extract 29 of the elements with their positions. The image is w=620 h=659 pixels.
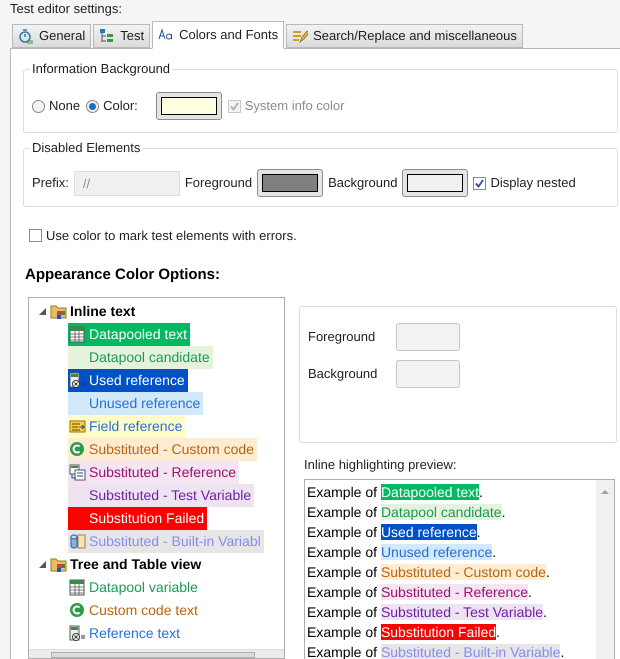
field-label: Foreground	[308, 328, 376, 346]
tree-item[interactable]: Datapool variable	[68, 576, 201, 598]
radio-label[interactable]: None	[49, 96, 80, 116]
tab[interactable]: Search/Replace and miscellaneous	[286, 24, 523, 48]
field-label: Background	[328, 174, 398, 192]
checkbox-label[interactable]: Use color to mark test elements with errors.	[46, 226, 297, 246]
tree-item[interactable]: Substituted - Custom code	[68, 438, 257, 460]
tree-item[interactable]: Unused reference	[68, 392, 204, 414]
checkbox-label[interactable]: Display nested	[490, 173, 576, 193]
tree-group-label[interactable]: Inline text	[70, 300, 136, 322]
tree-item[interactable]: Used reference	[68, 368, 188, 392]
tree-item[interactable]: Field reference	[68, 414, 186, 438]
field-label: Foreground	[184, 174, 252, 192]
section-heading: Appearance Color Options:	[24, 266, 222, 284]
tab[interactable]: Test	[93, 24, 150, 48]
tab[interactable]: Colors and Fonts	[152, 21, 284, 49]
tree-item[interactable]: Substitution Failed	[68, 506, 208, 530]
preview-label: Inline highlighting preview:	[303, 456, 458, 472]
group-title: Information Background	[30, 61, 172, 77]
tree-group-label[interactable]: Tree and Table view	[70, 554, 202, 574]
radio-label[interactable]: Color:	[103, 96, 138, 116]
settings-heading: Test editor settings:	[9, 0, 123, 18]
field-label: Background	[308, 364, 378, 383]
tree-item[interactable]: Substituted - Test Variable	[68, 484, 254, 506]
tree-item[interactable]: Reference text	[68, 622, 184, 644]
tree-item[interactable]: Substituted - Reference	[68, 460, 240, 484]
field-label: Prefix:	[32, 174, 69, 192]
tree-item[interactable]: Custom code text	[68, 598, 201, 622]
tab[interactable]: General	[12, 24, 92, 48]
